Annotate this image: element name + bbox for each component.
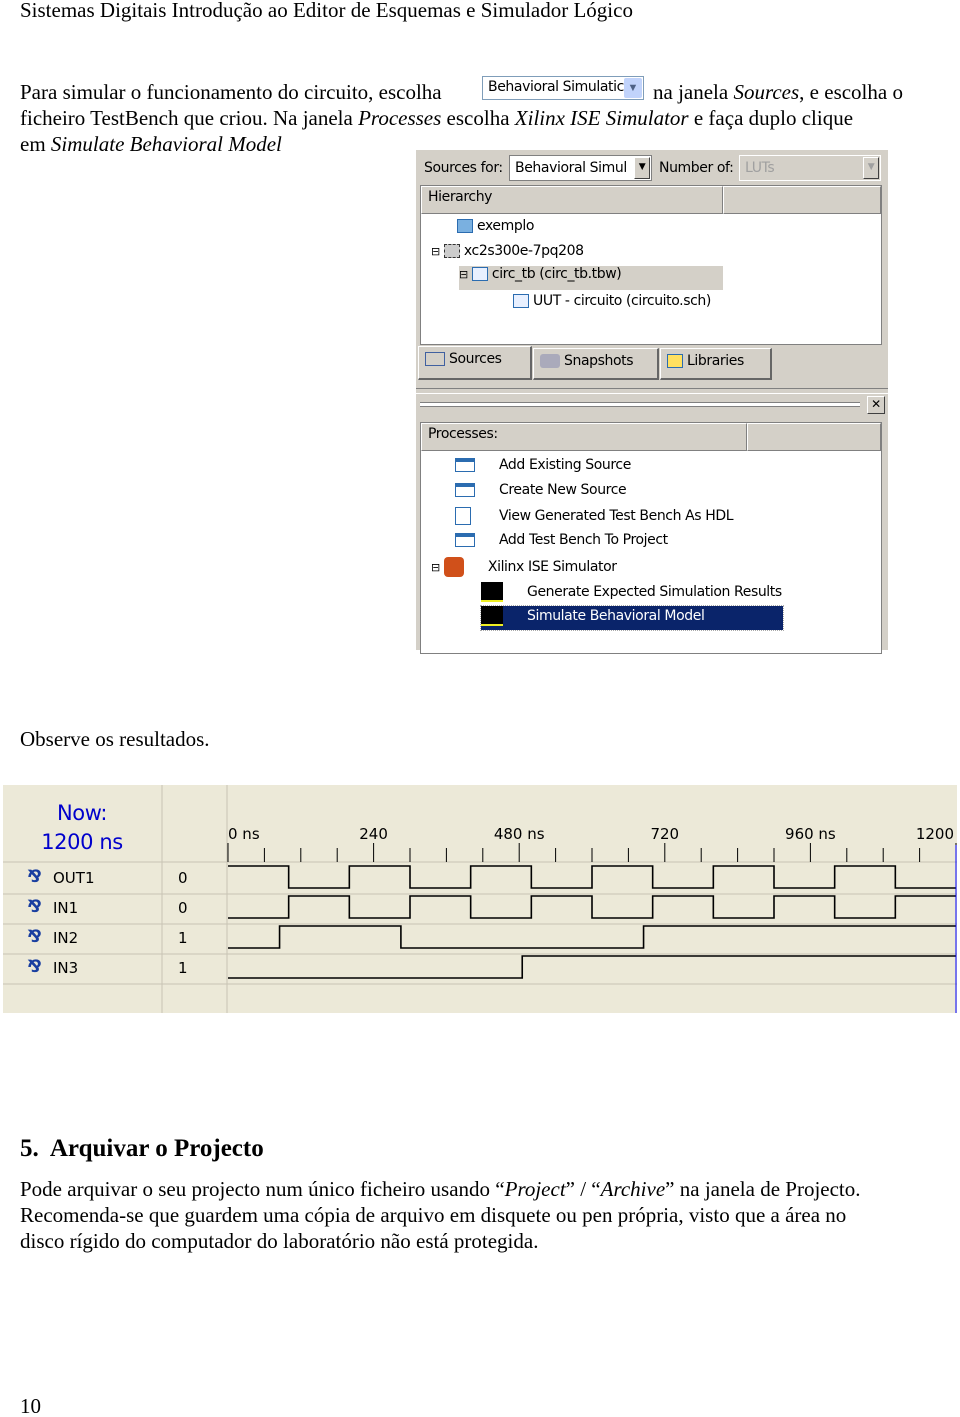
collapse-icon[interactable]: ⊟ [431, 561, 440, 574]
tick-label: 0 ns [228, 825, 260, 843]
observe-text: Observe os resultados. [20, 727, 210, 751]
close-icon[interactable]: ✕ [867, 396, 885, 414]
process-item[interactable]: Add Test Bench To Project [455, 532, 668, 548]
document-icon [455, 507, 471, 525]
waveform-trace [228, 925, 956, 949]
paragraph-line: ficheiro TestBench que criou. Na janela … [20, 106, 854, 130]
simulation-mode-combo[interactable]: Behavioral Simulatic ▼ [482, 76, 644, 100]
waveform-viewer: Now: 1200 ns 0 ns 240 480 ns 720 960 ns 1200 ⅋ O… [3, 785, 957, 1013]
window-icon [455, 483, 475, 497]
waveform-trace [228, 895, 956, 919]
sources-for-label: Sources for: [424, 160, 503, 176]
tools-icon [443, 557, 464, 577]
collapse-icon[interactable]: ⊟ [459, 268, 468, 281]
signal-value: 1 [178, 929, 188, 947]
drag-handle[interactable] [420, 402, 860, 407]
tick-label: 1200 [916, 825, 954, 843]
paragraph-line: Pode arquivar o seu projecto num único f… [20, 1177, 861, 1201]
waveform-trace [228, 865, 956, 889]
collapse-icon[interactable]: ⊟ [431, 245, 440, 258]
paragraph-line: Para simular o funcionamento do circuito… [20, 80, 442, 104]
column-header[interactable] [747, 423, 881, 451]
tree-item[interactable]: exemplo [457, 218, 534, 234]
tab-snapshots[interactable]: Snapshots [533, 348, 659, 380]
signal-name-in1: IN1 [53, 899, 78, 917]
project-icon [457, 219, 473, 233]
processes-tree: Processes: Add Existing Source Create Ne… [420, 422, 882, 654]
process-item[interactable]: Generate Expected Simulation Results [481, 582, 782, 602]
hierarchy-tree: Hierarchy exemplo ⊟ xc2s300e-7pq208 ⊟ ci… [420, 185, 882, 345]
processes-header[interactable]: Processes: [421, 423, 747, 451]
paragraph-line: na janela Sources, e escolha o [653, 80, 903, 104]
tab-libraries[interactable]: Libraries [660, 348, 772, 380]
chevron-down-icon[interactable]: ▼ [624, 78, 642, 98]
tick-label: 240 [359, 825, 388, 843]
signal-icon: ⅋ [27, 957, 42, 977]
tab-sources[interactable]: Sources [418, 346, 532, 380]
waveform-trace [228, 955, 956, 979]
ise-screenshot: Sources for: Behavioral Simul ▼ Number o… [416, 150, 888, 654]
tick-label: 960 ns [785, 825, 836, 843]
signal-name-in2: IN2 [53, 929, 78, 947]
process-item[interactable]: View Generated Test Bench As HDL [455, 507, 734, 525]
sources-icon [425, 352, 445, 366]
process-item[interactable]: ⊟ Xilinx ISE Simulator [431, 557, 617, 577]
signal-name-out1: OUT1 [53, 869, 95, 887]
sources-for-value: Behavioral Simul [515, 160, 627, 176]
signal-value: 0 [178, 899, 188, 917]
signal-icon: ⅋ [27, 867, 42, 887]
process-item[interactable]: Add Existing Source [455, 457, 631, 473]
signal-name-in3: IN3 [53, 959, 78, 977]
tree-item[interactable]: UUT - circuito (circuito.sch) [513, 293, 711, 309]
tick-label: 480 ns [494, 825, 545, 843]
section-heading: 5. Arquivar o Projecto [20, 1135, 264, 1162]
signal-value: 0 [178, 869, 188, 887]
signal-icon: ⅋ [27, 897, 42, 917]
chip-icon [443, 244, 460, 258]
paragraph-line: disco rígido do computador do laboratóri… [20, 1229, 539, 1253]
paragraph-line: em Simulate Behavioral Model [20, 132, 282, 156]
number-of-label: Number of: [659, 160, 734, 176]
camera-icon [540, 354, 560, 368]
tree-item-selected[interactable]: ⊟ circ_tb (circ_tb.tbw) [459, 266, 723, 290]
number-of-value: LUTs [745, 160, 775, 176]
waveform-icon [481, 606, 503, 626]
dropdown-arrow-icon: ▼ [863, 157, 879, 179]
sources-for-select[interactable]: Behavioral Simul ▼ [509, 155, 652, 181]
process-item-selected[interactable]: Simulate Behavioral Model [480, 605, 784, 631]
libraries-icon [667, 354, 683, 368]
combo-value: Behavioral Simulatic [488, 79, 624, 95]
dropdown-arrow-icon[interactable]: ▼ [634, 157, 650, 179]
tick-label: 720 [650, 825, 679, 843]
window-icon [455, 458, 475, 472]
signal-icon: ⅋ [27, 927, 42, 947]
page-number: 10 [20, 1394, 41, 1417]
schematic-icon [513, 294, 529, 308]
column-header[interactable] [723, 186, 881, 214]
waveform-icon [481, 582, 503, 602]
testbench-icon [471, 267, 488, 281]
process-item[interactable]: Create New Source [455, 482, 627, 498]
waveform-chart[interactable]: 0 ns 240 480 ns 720 960 ns 1200 ⅋ OUT1 0 ⅋ IN1 0 ⅋ IN… [3, 785, 957, 1013]
signal-value: 1 [178, 959, 188, 977]
hierarchy-header[interactable]: Hierarchy [421, 186, 723, 214]
divider [416, 388, 888, 394]
paragraph-line: Recomenda-se que guardem uma cópia de ar… [20, 1203, 847, 1227]
document-page: Sistemas Digitais Introdução ao Editor d… [0, 0, 960, 1417]
tree-item[interactable]: ⊟ xc2s300e-7pq208 [431, 243, 584, 259]
page-header: Sistemas Digitais Introdução ao Editor d… [20, 0, 633, 22]
window-icon [455, 533, 475, 547]
number-of-select: LUTs ▼ [739, 155, 881, 181]
